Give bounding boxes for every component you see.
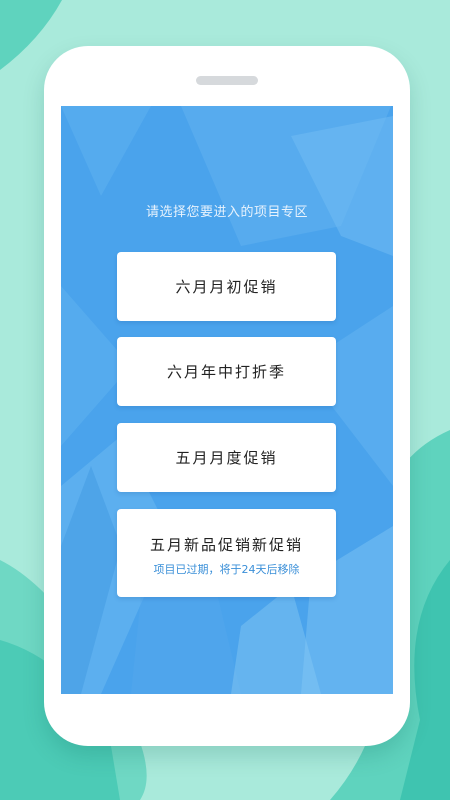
select-project-prompt: 请选择您要进入的项目专区 <box>145 205 308 220</box>
expired-notice: 项目已过期，将于24天后移除 <box>153 562 300 576</box>
option-card-may-new-product-promo[interactable]: 五月新品促销新促销 项目已过期，将于24天后移除 <box>117 509 336 597</box>
option-label: 五月新品促销新促销 <box>149 535 303 554</box>
option-label: 六月年中打折季 <box>166 363 286 381</box>
option-label: 六月月初促销 <box>175 278 278 296</box>
phone-screen: 请选择您要进入的项目专区 六月月初促销 六月年中打折季 五月月度促销 五月新品促… <box>61 106 393 694</box>
phone-speaker <box>196 76 258 85</box>
option-label: 五月月度促销 <box>175 449 278 467</box>
app-background: 请选择您要进入的项目专区 六月月初促销 六月年中打折季 五月月度促销 五月新品促… <box>0 0 450 800</box>
option-card-june-early-promo[interactable]: 六月月初促销 <box>117 252 336 321</box>
option-card-may-monthly-promo[interactable]: 五月月度促销 <box>117 423 336 492</box>
phone-frame: 请选择您要进入的项目专区 六月月初促销 六月年中打折季 五月月度促销 五月新品促… <box>44 46 410 746</box>
option-card-june-midyear-sale[interactable]: 六月年中打折季 <box>117 337 336 406</box>
